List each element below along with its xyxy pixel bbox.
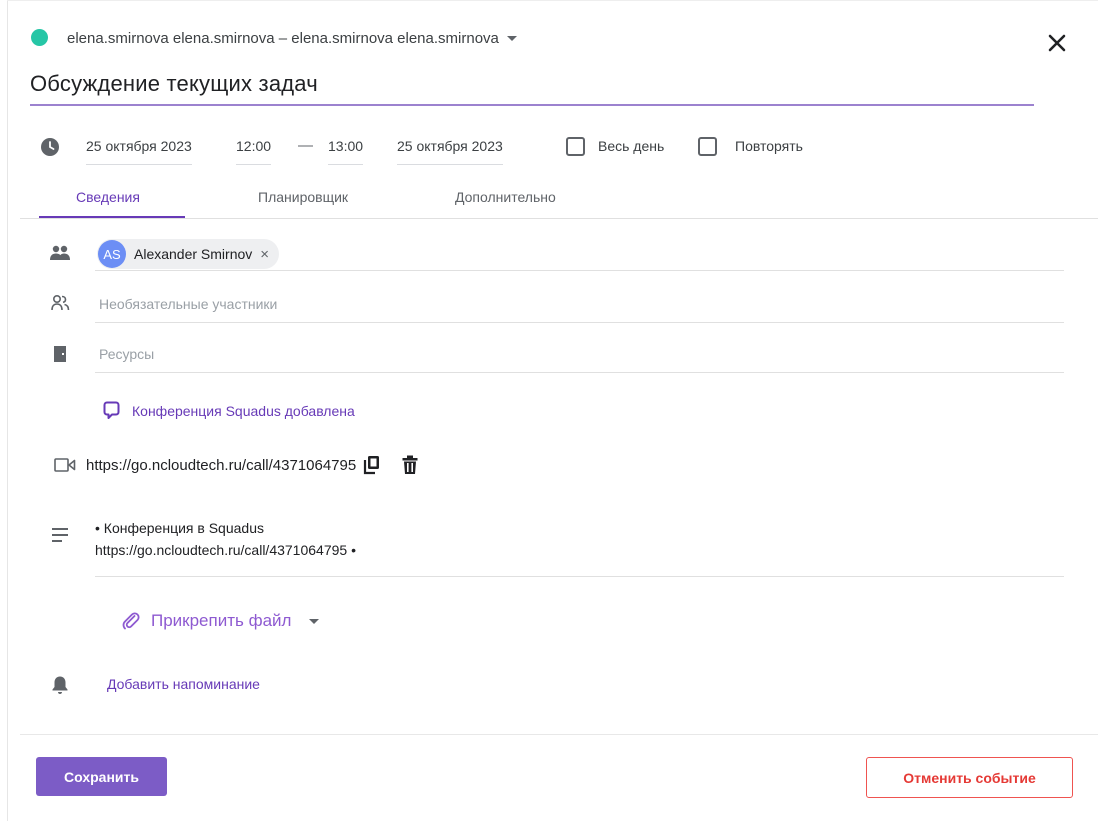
description-icon [52,528,68,542]
event-title-field[interactable]: Обсуждение текущих задач [30,68,1034,106]
description-field[interactable]: • Конференция в Squadus https://go.nclou… [95,517,1064,577]
remove-participant-icon[interactable]: × [260,246,269,263]
bell-icon [52,676,68,694]
dialog-left-border [7,0,8,821]
tab-advanced[interactable]: Дополнительно [455,189,556,205]
all-day-label: Весь день [598,138,665,154]
avatar: AS [98,240,126,268]
description-line-1: • Конференция в Squadus [95,520,264,536]
attach-file-label: Прикрепить файл [151,611,292,630]
cancel-event-button[interactable]: Отменить событие [866,757,1073,798]
repeat-checkbox[interactable] [698,137,717,156]
footer-divider [20,734,1098,735]
chevron-down-icon [309,618,320,624]
conference-status: Конференция Squadus добавлена [103,401,355,420]
conference-url[interactable]: https://go.ncloudtech.ru/call/4371064795 [86,457,356,474]
close-button[interactable] [1044,30,1070,56]
repeat-label: Повторять [735,138,803,154]
clock-icon [41,138,59,156]
save-button[interactable]: Сохранить [36,757,167,796]
all-day-checkbox[interactable] [566,137,585,156]
start-time-field[interactable]: 12:00 [236,138,272,165]
conference-status-label: Конференция Squadus добавлена [132,402,355,419]
event-title: Обсуждение текущих задач [30,71,318,96]
video-camera-icon [54,458,76,472]
calendar-owner-label: elena.smirnova elena.smirnova – elena.sm… [67,30,499,47]
trash-icon[interactable] [402,455,418,475]
end-date-field[interactable]: 25 октября 2023 [397,138,503,165]
tabs-divider [20,218,1098,219]
paperclip-icon [122,612,140,630]
resources-placeholder: Ресурсы [99,346,155,362]
attach-file-button[interactable]: Прикрепить файл [121,611,320,631]
conference-link-row: https://go.ncloudtech.ru/call/4371064795 [54,455,418,475]
people-icon [50,245,70,260]
time-range-separator: — [298,137,313,154]
tab-details[interactable]: Сведения [76,189,140,205]
tab-scheduler[interactable]: Планировщик [258,189,348,205]
start-date-field[interactable]: 25 октября 2023 [86,138,192,165]
close-icon [1048,34,1066,52]
dialog-top-border [7,0,1098,1]
participant-chip[interactable]: AS Alexander Smirnov × [97,239,280,269]
end-time-field[interactable]: 13:00 [328,138,364,165]
add-reminder-link[interactable]: Добавить напоминание [107,676,260,692]
calendar-color-dot [31,29,48,46]
chat-bubble-icon [103,401,120,419]
chevron-down-icon [506,36,517,41]
door-icon [54,346,66,362]
participant-name: Alexander Smirnov [134,246,253,262]
optional-participants-field[interactable]: Необязательные участники [95,284,1064,323]
copy-icon[interactable] [362,455,380,475]
optional-participants-placeholder: Необязательные участники [99,296,278,312]
calendar-selector[interactable]: elena.smirnova elena.smirnova – elena.sm… [67,30,517,47]
people-outline-icon [51,294,70,311]
resources-field[interactable]: Ресурсы [95,334,1064,373]
description-line-2: https://go.ncloudtech.ru/call/4371064795… [95,542,356,558]
